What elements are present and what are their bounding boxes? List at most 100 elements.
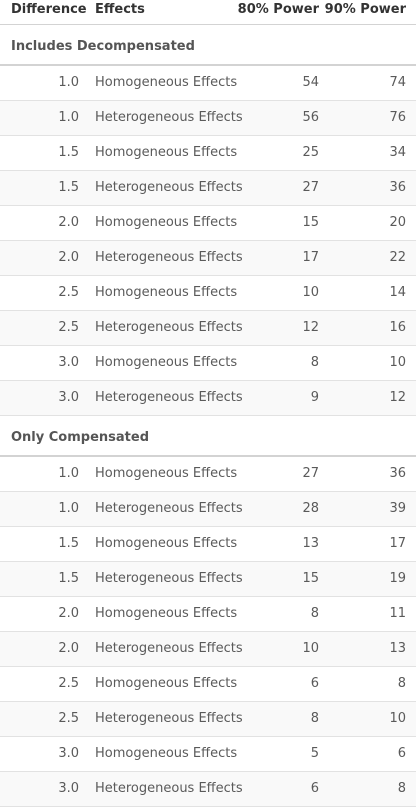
cell-power80: 5 [310,746,319,761]
cell-difference: 1.5 [58,145,79,160]
cell-difference: 2.0 [58,641,79,656]
cell-effects: Homogeneous Effects [95,285,238,300]
table-row: 2.5 Homogeneous Effects 10 14 [0,276,416,311]
cell-difference: 2.0 [58,215,79,230]
cell-power80: 9 [310,390,319,405]
group-body-compensated: 1.0 Homogeneous Effects 27 36 1.0 Heterogeneo… [0,457,416,807]
cell-difference: 3.0 [58,390,79,405]
table-row: 1.0 Homogeneous Effects 27 36 [0,457,416,492]
cell-power80: 15 [302,215,319,230]
cell-power90: 10 [389,355,406,370]
cell-effects: Homogeneous Effects [95,606,238,621]
cell-effects: Heterogeneous Effects [95,390,243,405]
cell-difference: 2.5 [58,285,79,300]
cell-power80: 54 [302,75,319,90]
cell-difference: 2.0 [58,250,79,265]
group-label: Only Compensated [11,430,150,445]
cell-effects: Heterogeneous Effects [95,781,243,796]
group-body-decompensated: 1.0 Homogeneous Effects 54 74 1.0 Heterogeneo… [0,66,416,416]
cell-power80: 56 [302,110,319,125]
cell-power90: 76 [389,110,406,125]
cell-power90: 8 [397,781,406,796]
table-row: 2.0 Homogeneous Effects 15 20 [0,206,416,241]
cell-effects: Homogeneous Effects [95,536,238,551]
cell-effects: Homogeneous Effects [95,75,238,90]
table-row: 2.5 Homogeneous Effects 6 8 [0,667,416,702]
cell-power90: 20 [389,215,406,230]
cell-power90: 36 [389,180,406,195]
group-header-decompensated: Includes Decompensated [0,25,416,66]
cell-power80: 8 [310,711,319,726]
cell-difference: 1.0 [58,501,79,516]
cell-difference: 1.5 [58,536,79,551]
column-header-power80: 80% Power [237,2,319,17]
cell-power80: 15 [302,571,319,586]
cell-power80: 6 [310,676,319,691]
cell-power90: 36 [389,466,406,481]
cell-power90: 22 [389,250,406,265]
cell-difference: 2.5 [58,676,79,691]
cell-difference: 3.0 [58,746,79,761]
table-row: 1.5 Homogeneous Effects 13 17 [0,527,416,562]
cell-power90: 16 [389,320,406,335]
table-row: 1.5 Homogeneous Effects 25 34 [0,136,416,171]
cell-difference: 1.5 [58,180,79,195]
power-table: Difference Effects 80% Power 90% Power I… [0,0,416,807]
table-row: 1.5 Heterogeneous Effects 27 36 [0,171,416,206]
cell-power90: 13 [389,641,406,656]
cell-difference: 1.0 [58,75,79,90]
table-row: 3.0 Homogeneous Effects 5 6 [0,737,416,772]
group-label: Includes Decompensated [11,39,195,54]
cell-effects: Homogeneous Effects [95,746,238,761]
table-row: 1.5 Heterogeneous Effects 15 19 [0,562,416,597]
cell-power80: 28 [302,501,319,516]
cell-power90: 19 [389,571,406,586]
cell-power80: 13 [302,536,319,551]
cell-difference: 3.0 [58,355,79,370]
cell-power80: 25 [302,145,319,160]
cell-effects: Homogeneous Effects [95,466,238,481]
table-row: 2.0 Heterogeneous Effects 10 13 [0,632,416,667]
cell-difference: 2.5 [58,711,79,726]
cell-power80: 27 [302,466,319,481]
cell-power80: 10 [302,285,319,300]
cell-difference: 1.5 [58,571,79,586]
cell-effects: Heterogeneous Effects [95,571,243,586]
cell-difference: 1.0 [58,466,79,481]
table-row: 1.0 Heterogeneous Effects 28 39 [0,492,416,527]
cell-power90: 34 [389,145,406,160]
cell-difference: 2.5 [58,320,79,335]
cell-power80: 8 [310,355,319,370]
cell-effects: Heterogeneous Effects [95,110,243,125]
cell-power80: 8 [310,606,319,621]
table-row: 1.0 Homogeneous Effects 54 74 [0,66,416,101]
cell-power90: 8 [397,676,406,691]
table-row: 2.0 Heterogeneous Effects 17 22 [0,241,416,276]
cell-effects: Homogeneous Effects [95,215,238,230]
table-row: 2.5 Heterogeneous Effects 8 10 [0,702,416,737]
cell-power90: 11 [389,606,406,621]
cell-effects: Heterogeneous Effects [95,641,243,656]
table-row: 3.0 Heterogeneous Effects 9 12 [0,381,416,416]
cell-power90: 17 [389,536,406,551]
cell-power80: 12 [302,320,319,335]
cell-effects: Heterogeneous Effects [95,711,243,726]
cell-power90: 10 [389,711,406,726]
table-row: 3.0 Homogeneous Effects 8 10 [0,346,416,381]
cell-power80: 6 [310,781,319,796]
cell-power90: 12 [389,390,406,405]
cell-power90: 74 [389,75,406,90]
group-header-compensated: Only Compensated [0,416,416,457]
cell-effects: Heterogeneous Effects [95,320,243,335]
cell-effects: Homogeneous Effects [95,676,238,691]
cell-power90: 14 [389,285,406,300]
cell-difference: 3.0 [58,781,79,796]
cell-effects: Homogeneous Effects [95,145,238,160]
table-row: 1.0 Heterogeneous Effects 56 76 [0,101,416,136]
cell-effects: Homogeneous Effects [95,355,238,370]
cell-power80: 27 [302,180,319,195]
table-row: 2.0 Homogeneous Effects 8 11 [0,597,416,632]
column-header-difference: Difference [11,2,87,17]
column-header-effects: Effects [95,2,145,17]
cell-power90: 6 [397,746,406,761]
